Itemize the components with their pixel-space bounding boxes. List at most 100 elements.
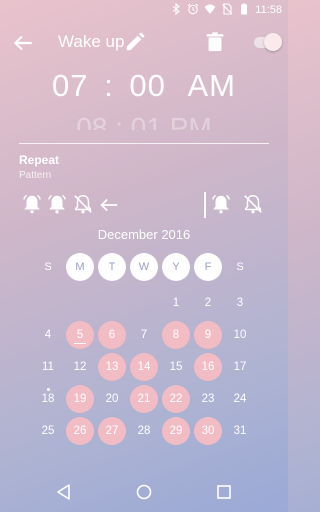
day-number: 31 xyxy=(233,425,247,437)
next-time-hint: 08 : 01 PM xyxy=(0,106,288,130)
event-dot xyxy=(46,388,50,391)
pattern-row xyxy=(20,193,270,219)
arrow-left-icon[interactable] xyxy=(10,30,36,56)
day-number: 2 xyxy=(204,297,212,309)
calendar-day[interactable]: 4 xyxy=(34,321,62,349)
calendar-day[interactable]: 21 xyxy=(130,385,158,413)
calendar-day[interactable]: 13 xyxy=(98,353,126,381)
back-triangle-icon[interactable] xyxy=(54,482,74,502)
calendar-day[interactable]: 17 xyxy=(226,353,254,381)
alarm-icon xyxy=(187,3,199,15)
time-separator: : xyxy=(104,68,114,103)
time-picker[interactable]: 07 : 00 AM xyxy=(0,68,288,104)
repeat-title: Repeat xyxy=(19,153,60,167)
repeat-subtitle[interactable]: Pattern xyxy=(19,170,51,181)
calendar-day[interactable]: 3 xyxy=(226,289,254,317)
today-underline xyxy=(74,342,86,344)
calendar-day[interactable]: 18 xyxy=(34,385,62,413)
weekday-toggle[interactable]: S xyxy=(34,253,62,281)
day-number: 14 xyxy=(137,361,151,373)
weekday-toggle[interactable]: S xyxy=(226,253,254,281)
weekday-toggle[interactable]: T xyxy=(98,253,126,281)
pencil-icon[interactable] xyxy=(124,31,146,53)
day-number: 16 xyxy=(201,361,215,373)
calendar-day[interactable]: 16 xyxy=(194,353,222,381)
calendar-day[interactable]: 22 xyxy=(162,385,190,413)
day-number: 28 xyxy=(137,425,151,437)
calendar-day[interactable]: 14 xyxy=(130,353,158,381)
day-number: 8 xyxy=(172,329,180,341)
calendar-day[interactable]: 8 xyxy=(162,321,190,349)
alarm-on-icon[interactable] xyxy=(21,193,43,215)
calendar-day[interactable]: 24 xyxy=(226,385,254,413)
calendar-day[interactable]: 29 xyxy=(162,417,190,445)
bluetooth-icon xyxy=(172,3,180,15)
day-number: 21 xyxy=(137,393,151,405)
calendar-day[interactable]: 2 xyxy=(194,289,222,317)
day-number: 22 xyxy=(169,393,183,405)
navigation-bar xyxy=(0,472,288,512)
calendar-day[interactable]: 9 xyxy=(194,321,222,349)
calendar-day[interactable]: 19 xyxy=(66,385,94,413)
hour-value[interactable]: 07 xyxy=(52,68,88,103)
alarm-off-icon[interactable] xyxy=(242,193,264,215)
page-title: Wake up xyxy=(58,32,125,51)
status-time: 11:58 xyxy=(255,4,282,16)
calendar-day[interactable]: 20 xyxy=(98,385,126,413)
day-number: 30 xyxy=(201,425,215,437)
calendar-day[interactable]: 30 xyxy=(194,417,222,445)
calendar-day[interactable]: 1 xyxy=(162,289,190,317)
day-number: 5 xyxy=(76,329,84,341)
home-circle-icon[interactable] xyxy=(134,482,154,502)
status-bar: 11:58 xyxy=(0,0,288,20)
day-number: 10 xyxy=(233,329,247,341)
month-label: December 2016 xyxy=(97,227,191,242)
no-sim-icon xyxy=(222,3,233,15)
divider xyxy=(19,143,269,144)
calendar-day[interactable]: 28 xyxy=(130,417,158,445)
calendar-day[interactable]: 26 xyxy=(66,417,94,445)
minute-value[interactable]: 00 xyxy=(129,68,165,103)
calendar-day[interactable]: 10 xyxy=(226,321,254,349)
weekday-toggle[interactable]: F xyxy=(194,253,222,281)
recents-square-icon[interactable] xyxy=(214,482,234,502)
trash-icon[interactable] xyxy=(204,30,226,54)
day-number: 13 xyxy=(105,361,119,373)
calendar-day[interactable]: 7 xyxy=(130,321,158,349)
calendar-day[interactable]: 12 xyxy=(66,353,94,381)
calendar-day[interactable]: 6 xyxy=(98,321,126,349)
calendar-day[interactable]: 11 xyxy=(34,353,62,381)
toggle-knob xyxy=(264,33,282,51)
calendar-day[interactable]: 27 xyxy=(98,417,126,445)
wifi-icon xyxy=(204,4,216,14)
app-bar: Wake up xyxy=(0,20,288,66)
calendar-day[interactable]: 23 xyxy=(194,385,222,413)
day-number: 27 xyxy=(105,425,119,437)
day-number: 17 xyxy=(233,361,247,373)
day-number: 18 xyxy=(41,393,55,405)
day-number: 23 xyxy=(201,393,215,405)
day-number: 19 xyxy=(73,393,87,405)
alarm-enabled-toggle[interactable] xyxy=(252,33,282,51)
alarm-on-icon[interactable] xyxy=(46,193,68,215)
arrow-left-icon[interactable] xyxy=(98,194,120,216)
day-number: 12 xyxy=(73,361,87,373)
ampm-value[interactable]: AM xyxy=(187,68,236,103)
alarm-off-icon[interactable] xyxy=(72,193,94,215)
weekday-toggle[interactable]: Y xyxy=(162,253,190,281)
day-number: 9 xyxy=(204,329,212,341)
weekday-toggle[interactable]: M xyxy=(66,253,94,281)
day-number: 1 xyxy=(172,297,180,309)
calendar-day[interactable]: 31 xyxy=(226,417,254,445)
day-number: 24 xyxy=(233,393,247,405)
alarm-on-icon[interactable] xyxy=(210,193,232,215)
calendar-day[interactable]: 15 xyxy=(162,353,190,381)
day-number: 25 xyxy=(41,425,55,437)
calendar-day[interactable]: 5 xyxy=(66,321,94,349)
calendar-day[interactable]: 25 xyxy=(34,417,62,445)
day-number: 15 xyxy=(169,361,183,373)
day-number: 11 xyxy=(42,361,54,373)
day-number: 7 xyxy=(140,329,148,341)
weekday-toggle[interactable]: W xyxy=(130,253,158,281)
day-number: 3 xyxy=(236,297,244,309)
